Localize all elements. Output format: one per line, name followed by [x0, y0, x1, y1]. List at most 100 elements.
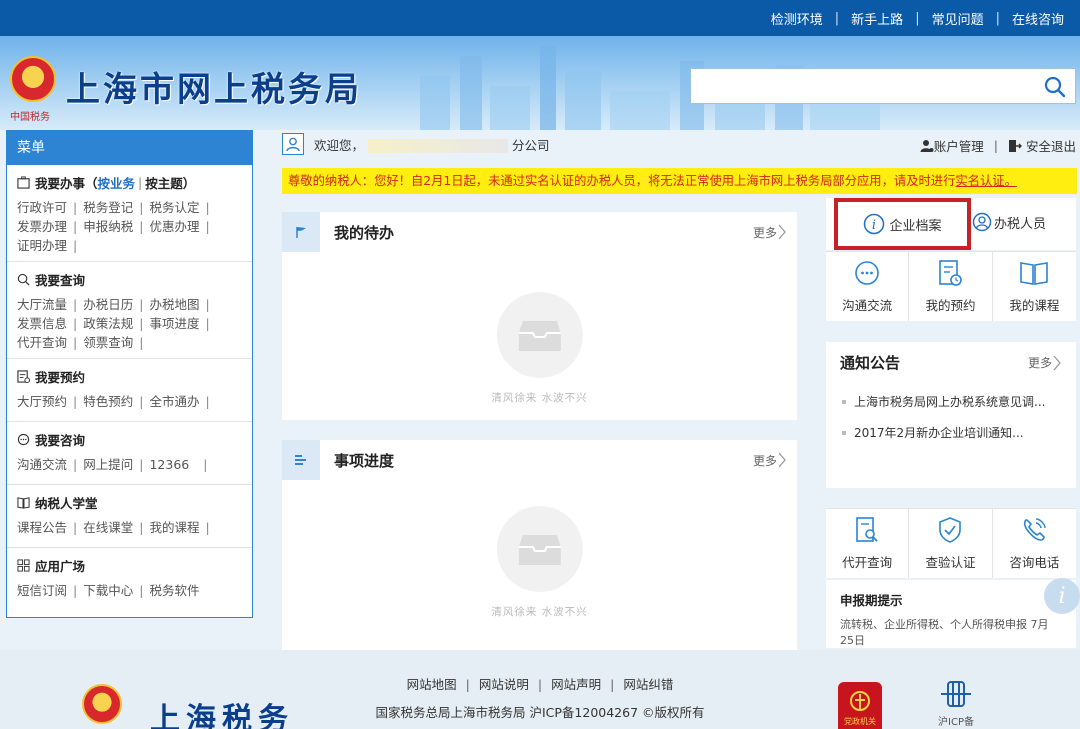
menu-link[interactable]: 办税地图 [149, 297, 199, 312]
quick-my-appointment[interactable]: 我的预约 [909, 251, 993, 321]
menu-link[interactable]: 优惠办理 [149, 219, 199, 234]
announcement-list: 上海市税务局网上办税系统意见调... 2017年2月新办企业培训通知... [840, 393, 1062, 441]
quick-label: 我的预约 [925, 298, 976, 313]
logout-link[interactable]: 安全退出 [1026, 136, 1076, 155]
menu-link[interactable]: 下载中心 [83, 583, 133, 598]
quick-hotline[interactable]: 咨询电话 [992, 508, 1076, 578]
search-icon[interactable] [1043, 75, 1067, 99]
footer-link-corrections[interactable]: 网站纠错 [623, 677, 673, 692]
quick-my-courses[interactable]: 我的课程 [992, 251, 1076, 321]
list-icon [282, 440, 320, 480]
menu-link[interactable]: 行政许可 [17, 200, 67, 215]
menu-link[interactable]: 领票查询 [83, 335, 133, 350]
menu-link[interactable]: 事项进度 [149, 316, 199, 331]
quick-label: 代开查询 [842, 555, 893, 570]
top-nav-beginner[interactable]: 新手上路 [851, 9, 903, 28]
menu-link[interactable]: 申报纳税 [83, 219, 133, 234]
announcement-item[interactable]: 2017年2月新办企业培训通知... [840, 424, 1062, 441]
menu-link[interactable]: 短信订阅 [17, 583, 67, 598]
invoice-search-icon [856, 517, 878, 542]
menu-section-apps: 应用广场 短信订阅 | 下载中心 | 税务软件 [7, 556, 252, 606]
section-links: 沟通交流 | 网上提问 | 12366 | [17, 457, 208, 472]
info-icon: i [864, 213, 885, 235]
tab-label: 企业档案 [889, 218, 942, 234]
sidebar-menu: 菜单 我要办事 （ 按业务 | 按主题 ） 行政许可 | 税务登记 | 税务认定 | 发票… [6, 130, 253, 618]
menu-link[interactable]: 税务登记 [83, 200, 133, 215]
quick-communicate[interactable]: 沟通交流 [826, 251, 910, 321]
search-input[interactable] [690, 68, 1076, 104]
menu-link[interactable]: 大厅流量 [17, 297, 67, 312]
todo-more-link[interactable]: 更多 [753, 224, 787, 241]
top-nav-faq[interactable]: 常见问题 [932, 9, 984, 28]
top-nav-online-consult[interactable]: 在线咨询 [1012, 9, 1064, 28]
section-title-text: 我要预约 [35, 370, 86, 385]
tab-tax-staff[interactable]: 办税人员 [972, 212, 1046, 232]
section-title: 我要查询 [17, 270, 242, 289]
logout-icon [1008, 139, 1022, 152]
menu-link[interactable]: 在线课堂 [83, 520, 133, 535]
menu-link[interactable]: 特色预约 [83, 394, 133, 409]
footer-link-about[interactable]: 网站说明 [479, 677, 529, 692]
icp-badge[interactable]: 沪ICP备 [934, 680, 978, 728]
footer-link-statement[interactable]: 网站声明 [551, 677, 601, 692]
menu-link[interactable]: 代开查询 [17, 335, 67, 350]
floating-info-icon[interactable]: i [1044, 578, 1080, 614]
menu-section-school: 纳税人学堂 课程公告 | 在线课堂 | 我的课程 | [7, 493, 252, 548]
section-title-text: 纳税人学堂 [35, 496, 98, 511]
account-icon [920, 139, 934, 152]
real-name-auth-link[interactable]: 实名认证。 [955, 174, 1017, 188]
progress-more-link[interactable]: 更多 [753, 452, 787, 469]
appointment-icon [17, 370, 30, 383]
menu-link[interactable]: 办税日历 [83, 297, 133, 312]
top-nav-check-env[interactable]: 检测环境 [771, 9, 823, 28]
menu-link[interactable]: 全市通办 [149, 394, 199, 409]
icp-icon [941, 681, 971, 707]
announcements-more-link[interactable]: 更多 [1028, 354, 1062, 371]
footer-link-sitemap[interactable]: 网站地图 [407, 677, 457, 692]
paren-close: ） [182, 176, 196, 191]
section-title: 我要咨询 [17, 430, 242, 449]
panel-title: 我的待办 [334, 223, 395, 242]
menu-link[interactable]: 我的课程 [149, 520, 199, 535]
quick-verify-auth[interactable]: 查验认证 [909, 508, 993, 578]
user-icon [282, 133, 304, 155]
menu-link[interactable]: 发票办理 [17, 219, 67, 234]
badge-label: 党政机关 [844, 717, 876, 726]
tab-enterprise-profile[interactable]: i 企业档案 [834, 198, 971, 250]
account-management-link[interactable]: 账户管理 [934, 136, 984, 155]
welcome-text: 欢迎您， 分公司 [314, 135, 550, 154]
quick-label: 沟通交流 [842, 298, 893, 313]
menu-link[interactable]: 课程公告 [17, 520, 67, 535]
menu-link[interactable]: 税务软件 [149, 583, 199, 598]
menu-link[interactable]: 发票信息 [17, 316, 67, 331]
menu-link[interactable]: 网上提问 [83, 457, 133, 472]
welcome-bar: 欢迎您， 分公司 账户管理 | 安全退出 [282, 130, 1080, 158]
menu-link[interactable]: 大厅预约 [17, 394, 67, 409]
search-icon [17, 273, 30, 286]
menu-link[interactable]: 政策法规 [83, 316, 133, 331]
menu-link[interactable]: 12366 [149, 457, 189, 472]
announcement-item[interactable]: 上海市税务局网上办税系统意见调... [840, 393, 1062, 410]
todo-panel: 我的待办 更多 清风徐来 水波不兴 [282, 212, 797, 420]
empty-caption: 清风徐来 水波不兴 [491, 606, 588, 618]
section-title-text: 我要办事 [35, 176, 86, 191]
divider: | [995, 10, 1000, 26]
phone-icon [1024, 518, 1047, 541]
by-theme-link[interactable]: 按主题 [145, 173, 183, 192]
menu-section-handle-business: 我要办事 （ 按业务 | 按主题 ） 行政许可 | 税务登记 | 税务认定 | 发票办理 |… [7, 173, 252, 262]
service-actions-grid: 代开查询 查验认证 咨询电话 [826, 508, 1076, 578]
section-title: 纳税人学堂 [17, 493, 242, 512]
quick-invoice-query[interactable]: 代开查询 [826, 508, 910, 578]
quick-label: 我的课程 [1009, 298, 1060, 313]
menu-link[interactable]: 证明办理 [17, 238, 67, 253]
section-links: 短信订阅 | 下载中心 | 税务软件 [17, 583, 200, 598]
menu-link[interactable]: 税务认定 [149, 200, 199, 215]
section-links: 大厅流量 | 办税日历 | 办税地图 | 发票信息 | 政策法规 | 事项进度 | 代开查询 | 领票查… [17, 297, 210, 350]
divider: | [138, 175, 143, 190]
empty-caption: 清风徐来 水波不兴 [491, 392, 588, 404]
section-title: 我要预约 [17, 367, 242, 386]
party-gov-badge[interactable]: 党政机关 [838, 682, 882, 729]
menu-link[interactable]: 沟通交流 [17, 457, 67, 472]
shield-check-icon [939, 517, 962, 543]
by-business-link[interactable]: 按业务 [98, 173, 136, 192]
